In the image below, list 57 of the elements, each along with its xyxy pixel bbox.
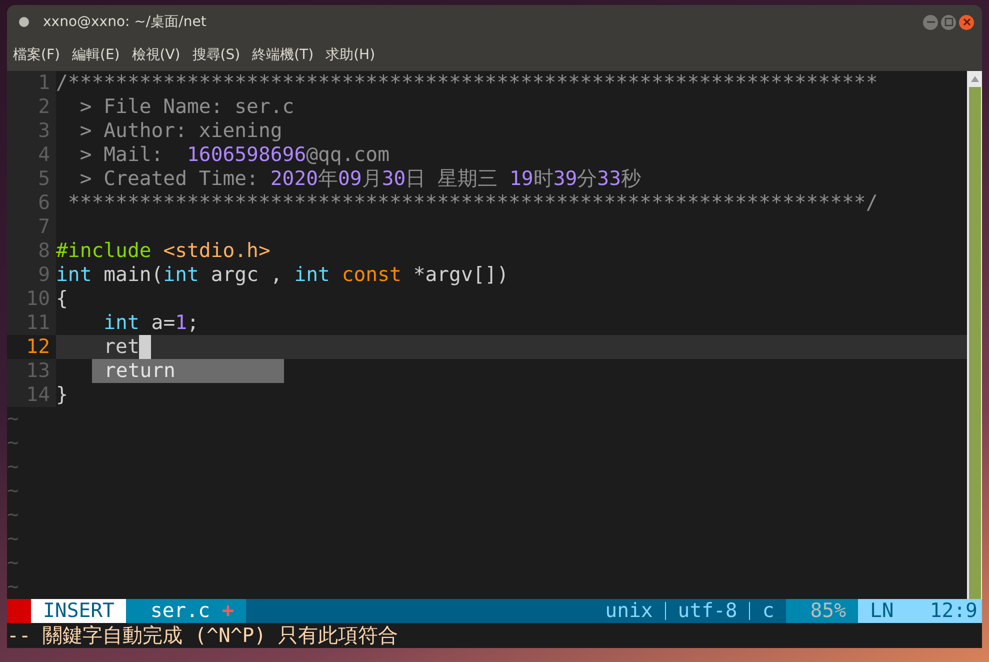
code-line: /******************************************************************** bbox=[56, 71, 878, 95]
text-cursor bbox=[139, 335, 152, 359]
code-line: #include <stdio.h> bbox=[56, 239, 270, 263]
scrollbar-thumb[interactable] bbox=[968, 87, 980, 599]
file-format: unix bbox=[604, 599, 654, 623]
menu-item[interactable]: 終端機(T) bbox=[252, 46, 314, 64]
line-number: 3 bbox=[7, 119, 56, 143]
line-number: 9 bbox=[7, 263, 56, 287]
file-type: c bbox=[761, 599, 776, 623]
minimize-icon[interactable] bbox=[923, 14, 938, 30]
empty-line-marker: ~ bbox=[7, 575, 19, 599]
mode-label: INSERT bbox=[31, 599, 126, 623]
scrollbar[interactable] bbox=[967, 71, 982, 599]
code-line: } bbox=[56, 383, 68, 407]
line-number: 5 bbox=[7, 167, 56, 191]
code-line: ret bbox=[102, 335, 140, 359]
cursor-position: LN 12:9 bbox=[858, 599, 982, 623]
line-number: 10 bbox=[7, 287, 56, 311]
terminal-dot-icon bbox=[19, 17, 29, 27]
line-number: 6 bbox=[7, 191, 56, 215]
empty-line-marker: ~ bbox=[7, 431, 19, 455]
code-line: > Author: xiening bbox=[78, 119, 282, 143]
empty-line-marker: ~ bbox=[7, 407, 19, 431]
line-number: 13 bbox=[7, 359, 56, 383]
window-title: xxno@xxno: ~/桌面/net bbox=[43, 13, 208, 31]
empty-line-marker: ~ bbox=[7, 551, 19, 575]
empty-line-marker: ~ bbox=[7, 503, 19, 527]
menu-item[interactable]: 檢視(V) bbox=[132, 46, 180, 64]
empty-line-marker: ~ bbox=[7, 479, 19, 503]
mode-indicator bbox=[7, 599, 31, 623]
menu-item[interactable]: 搜尋(S) bbox=[192, 46, 240, 64]
line-number: 1 bbox=[7, 71, 56, 95]
file-name-segment: ser.c + bbox=[126, 599, 246, 623]
maximize-icon[interactable] bbox=[941, 14, 956, 30]
scroll-percent: 85% bbox=[786, 599, 858, 623]
line-number: 2 bbox=[7, 95, 56, 119]
line-number: 7 bbox=[7, 215, 56, 239]
line-number: 14 bbox=[7, 383, 56, 407]
menu-item[interactable]: 求助(H) bbox=[326, 46, 376, 64]
code-line: > File Name: ser.c bbox=[78, 95, 294, 119]
line-number: 4 bbox=[7, 143, 56, 167]
code-line: { bbox=[56, 287, 68, 311]
menu-item[interactable]: 編輯(E) bbox=[72, 46, 120, 64]
code-line: int a=1; bbox=[102, 311, 199, 335]
empty-line-marker: ~ bbox=[7, 527, 19, 551]
completion-item[interactable]: return bbox=[92, 359, 284, 383]
line-number: 11 bbox=[7, 311, 56, 335]
empty-line-marker: ~ bbox=[7, 455, 19, 479]
code-line: > Created Time: 2020年09月 30 日 星期三 19时39分33秒 bbox=[78, 167, 641, 191]
code-line: > Mail: 1606598696@qq.com bbox=[78, 143, 390, 167]
command-line-message: -- 關鍵字自動完成 (^N^P) 只有此項符合 bbox=[7, 624, 398, 647]
code-line: int main(int argc , int const *argv[]) bbox=[56, 263, 509, 287]
close-icon[interactable] bbox=[959, 14, 974, 30]
line-number: 8 bbox=[7, 239, 56, 263]
file-encoding: utf-8 bbox=[676, 599, 738, 623]
code-line: *******************************************************************/ bbox=[66, 191, 878, 215]
menu-item[interactable]: 檔案(F) bbox=[13, 46, 60, 64]
